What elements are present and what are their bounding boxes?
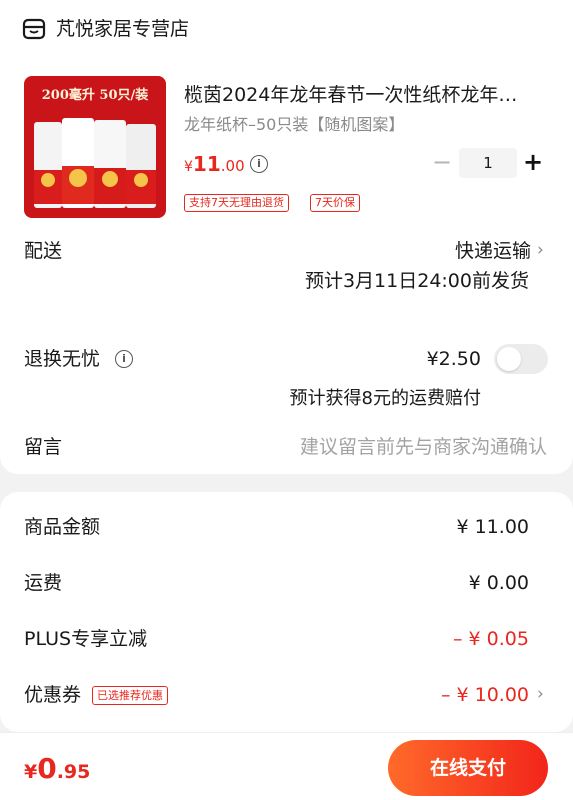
store-name[interactable]: 芃悦家居专营店 <box>56 16 189 42</box>
product-image-banner: 200毫升 50只/装 <box>41 88 149 103</box>
quantity-decrease-button[interactable]: − <box>432 148 452 176</box>
shipping-label: 运费 <box>24 572 63 594</box>
product-variant[interactable]: 龙年纸杯–50只装【随机图案】 <box>184 114 404 136</box>
total-symbol: ¥ <box>24 761 38 783</box>
total-int: 0 <box>37 752 57 785</box>
delivery-estimate: 预计3月11日24:00前发货 <box>304 270 529 292</box>
total-price: ¥0.95 <box>24 752 90 785</box>
delivery-method[interactable]: 快递运输 <box>455 238 531 264</box>
return-insurance-price: ¥2.50 <box>426 348 481 370</box>
coupon-recommended-tag: 已选推荐优惠 <box>92 686 168 705</box>
plus-discount-label: PLUS专享立减 <box>24 628 148 650</box>
price-protection-badge: 7天价保 <box>310 194 360 212</box>
price-decimal: .00 <box>220 157 245 175</box>
message-label: 留言 <box>24 436 63 458</box>
goods-amount-value: ¥ 11.00 <box>456 516 529 538</box>
delivery-label: 配送 <box>24 240 63 262</box>
return-insurance-toggle[interactable] <box>494 344 548 374</box>
return-insurance-label: 退换无忧 <box>24 348 101 370</box>
goods-amount-label: 商品金额 <box>24 516 101 538</box>
coupon-label: 优惠券 <box>24 684 82 706</box>
toggle-knob <box>497 347 521 371</box>
shipping-value: ¥ 0.00 <box>468 572 529 594</box>
product-price: ¥11.00 <box>184 150 245 181</box>
total-decimal: .95 <box>56 761 91 783</box>
price-symbol: ¥ <box>184 159 193 175</box>
chevron-right-icon[interactable]: › <box>537 240 544 260</box>
quantity-increase-button[interactable]: + <box>522 147 544 177</box>
order-item-card: 芃悦家居专营店 200毫升 50只/装 榄茵2024年龙年春节一次性纸杯龙年… … <box>0 0 573 474</box>
product-image[interactable]: 200毫升 50只/装 <box>24 76 166 218</box>
paper-cups-illustration <box>34 118 156 208</box>
price-int: 11 <box>192 152 221 176</box>
store-icon <box>22 18 46 40</box>
product-title[interactable]: 榄茵2024年龙年春节一次性纸杯龙年… <box>184 82 544 108</box>
message-input[interactable]: 建议留言前先与商家沟通确认 <box>300 434 547 460</box>
chevron-right-icon[interactable]: › <box>537 684 544 704</box>
quantity-input[interactable]: 1 <box>459 148 517 178</box>
return-insurance-info-icon[interactable]: i <box>115 350 133 368</box>
price-info-icon[interactable]: i <box>250 155 268 173</box>
pay-online-button[interactable]: 在线支付 <box>388 740 548 796</box>
plus-discount-value: – ¥ 0.05 <box>453 628 529 650</box>
price-summary-card: 商品金额 ¥ 11.00 运费 ¥ 0.00 PLUS专享立减 – ¥ 0.05… <box>0 492 573 732</box>
return-policy-badge: 支持7天无理由退货 <box>184 194 289 212</box>
return-insurance-note: 预计获得8元的运费赔付 <box>289 388 481 409</box>
coupon-value[interactable]: – ¥ 10.00 <box>441 682 529 708</box>
